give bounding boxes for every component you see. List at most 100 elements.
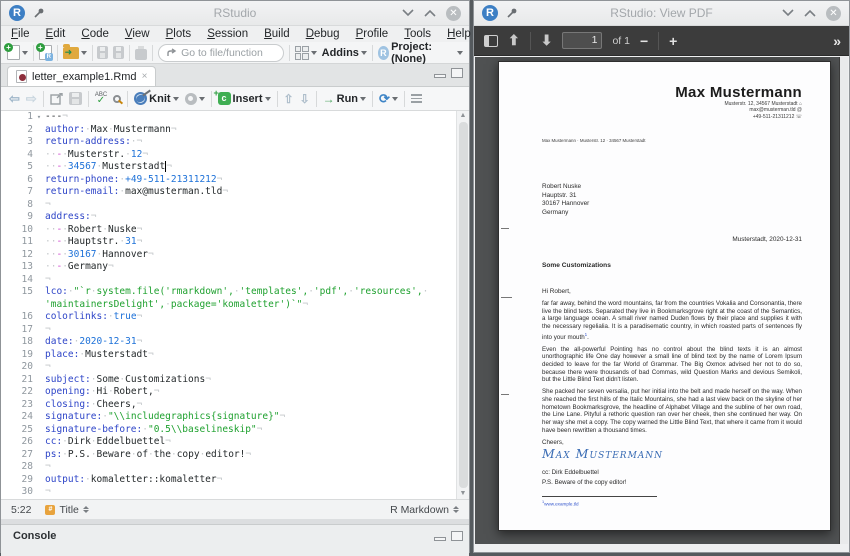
scroll-up-icon[interactable]: ▲	[460, 111, 467, 121]
code-line[interactable]: 23closing:·Cheers,¬	[1, 399, 469, 412]
print-icon[interactable]	[135, 49, 147, 60]
editor-scrollbar[interactable]: ▲ ▼	[456, 111, 469, 499]
file-type-selector[interactable]: R Markdown	[390, 504, 459, 516]
menu-build[interactable]: Build	[264, 28, 290, 40]
code-line[interactable]: 6return-phone:·+49-511-21311212¬	[1, 174, 469, 187]
pane-minimize-icon[interactable]	[434, 537, 446, 541]
maximize-icon[interactable]	[424, 9, 436, 17]
code-line[interactable]: 9address:¬	[1, 211, 469, 224]
menu-session[interactable]: Session	[207, 28, 248, 40]
scope-selector[interactable]: # Title	[45, 504, 88, 516]
close-icon[interactable]: ✕	[446, 6, 461, 21]
menu-debug[interactable]: Debug	[306, 28, 340, 40]
rerun-button[interactable]: ⟳	[379, 91, 398, 107]
page-number-input[interactable]: 1	[562, 32, 602, 49]
code-line[interactable]: 30¬	[1, 486, 469, 499]
goto-file-input[interactable]: Go to file/function	[158, 44, 284, 62]
code-line[interactable]: 8¬	[1, 199, 469, 212]
code-line[interactable]: 7return-email:·max@musterman.tld¬	[1, 186, 469, 199]
new-project-button[interactable]: +R	[39, 45, 52, 60]
minimize-icon[interactable]	[402, 9, 414, 17]
knit-button[interactable]: Knit	[134, 92, 178, 105]
forward-icon[interactable]: ⇨	[26, 91, 37, 107]
next-page-icon[interactable]: ⬇	[541, 32, 553, 49]
zoom-out-button[interactable]: −	[640, 33, 648, 49]
run-button[interactable]: → Run	[323, 92, 366, 106]
run-next-icon[interactable]: ⇩	[300, 92, 310, 106]
previous-page-icon[interactable]: ⬆	[508, 32, 520, 49]
save-all-icon[interactable]	[113, 46, 124, 59]
addins-button[interactable]: Addins	[322, 47, 367, 59]
code-line[interactable]: 11··-·Hauptstr.·31¬	[1, 236, 469, 249]
menu-edit[interactable]: Edit	[46, 28, 66, 40]
code-line[interactable]: 14¬	[1, 274, 469, 287]
code-editor[interactable]: 1▾---¬2author:·Max·Mustermann¬3return-ad…	[1, 111, 469, 499]
pdf-viewport[interactable]: Max Mustermann Musterstr. 12, 34567 Must…	[475, 57, 848, 544]
code-line[interactable]: 2author:·Max·Mustermann¬	[1, 124, 469, 137]
menu-view[interactable]: View	[125, 28, 150, 40]
more-tools-icon[interactable]: »	[833, 33, 839, 49]
tab-letter-example1[interactable]: letter_example1.Rmd ×	[7, 66, 156, 86]
menu-profile[interactable]: Profile	[356, 28, 389, 40]
back-icon[interactable]: ⇦	[9, 91, 20, 107]
code-line[interactable]: 28¬	[1, 461, 469, 474]
close-icon[interactable]: ✕	[826, 6, 841, 21]
code-line[interactable]: 25signature-before:·"0.5\\baselineskip"¬	[1, 424, 469, 437]
new-file-button[interactable]: +	[7, 45, 28, 60]
code-line[interactable]: 13··-·Germany¬	[1, 261, 469, 274]
footnote-link[interactable]: 1www.example.tld	[542, 499, 802, 508]
open-file-button[interactable]	[63, 47, 87, 59]
code-line[interactable]: 27ps:·P.S.·Beware·of·the·copy·editor!¬	[1, 449, 469, 462]
code-line[interactable]: 18date:·2020-12-31¬	[1, 336, 469, 349]
pane-maximize-icon[interactable]	[451, 531, 463, 541]
code-line[interactable]: 22opening:·Hi·Robert,¬	[1, 386, 469, 399]
pane-minimize-icon[interactable]	[434, 74, 446, 78]
minimize-icon[interactable]	[782, 9, 794, 17]
right-titlebar[interactable]: R RStudio: View PDF ✕	[474, 1, 849, 26]
code-line[interactable]: 21subject:·Some·Customizations¬	[1, 374, 469, 387]
code-line[interactable]: 5··-·34567·Musterstadt¬	[1, 161, 469, 174]
code-line[interactable]: 17¬	[1, 324, 469, 337]
code-line[interactable]: 26cc:·Dirk·Eddelbuettel¬	[1, 436, 469, 449]
code-line[interactable]: 15lco:·"`r·system.file('rmarkdown',·'tem…	[1, 286, 469, 299]
code-line[interactable]: 3return-address:·¬	[1, 136, 469, 149]
zoom-in-button[interactable]: +	[669, 33, 677, 49]
menu-plots[interactable]: Plots	[166, 28, 192, 40]
pin-icon[interactable]	[33, 7, 45, 19]
pin-icon[interactable]	[506, 7, 518, 19]
code-line[interactable]: 19place:·Musterstadt¬	[1, 349, 469, 362]
search-icon[interactable]	[113, 95, 121, 103]
sidebar-toggle-icon[interactable]	[484, 35, 498, 47]
menu-tools[interactable]: Tools	[404, 28, 431, 40]
menu-help[interactable]: Help	[447, 28, 471, 40]
menu-code[interactable]: Code	[81, 28, 109, 40]
project-menu-button[interactable]: R Project: (None)	[378, 41, 463, 65]
code-line[interactable]: 16colorlinks:·true¬	[1, 311, 469, 324]
code-line[interactable]: 24signature:·"\\includegraphics{signatur…	[1, 411, 469, 424]
spellcheck-icon[interactable]: ABC✓	[95, 93, 107, 105]
pdf-scrollbar[interactable]	[839, 57, 848, 544]
code-line[interactable]: 20¬	[1, 361, 469, 374]
outline-toggle-icon[interactable]	[411, 92, 422, 105]
code-line[interactable]: 1▾---¬	[1, 111, 469, 124]
save-icon[interactable]	[69, 92, 82, 105]
code-line[interactable]: 'maintainersDelight',·package='komalette…	[1, 299, 469, 312]
left-titlebar[interactable]: R RStudio ✕	[1, 1, 469, 26]
code-line[interactable]: 29output:·komaletter::komaletter¬	[1, 474, 469, 487]
scrollbar-thumb[interactable]	[459, 122, 468, 488]
code-line[interactable]: 12··-·30167·Hannover¬	[1, 249, 469, 262]
insert-chunk-button[interactable]: c Insert	[218, 92, 271, 105]
save-icon[interactable]	[97, 46, 108, 59]
settings-button[interactable]	[185, 93, 205, 105]
panes-layout-button[interactable]	[295, 46, 317, 60]
code-line[interactable]: 4··-·Musterstr.·12¬	[1, 149, 469, 162]
fold-arrow-icon[interactable]: ▾	[33, 111, 45, 124]
code-line[interactable]: 10··-·Robert·Nuske¬	[1, 224, 469, 237]
menu-file[interactable]: File	[11, 28, 30, 40]
tab-close-icon[interactable]: ×	[142, 71, 148, 82]
popout-icon[interactable]	[50, 93, 63, 105]
maximize-icon[interactable]	[804, 9, 816, 17]
scroll-down-icon[interactable]: ▼	[460, 489, 467, 499]
run-previous-icon[interactable]: ⇧	[284, 92, 294, 106]
pane-maximize-icon[interactable]	[451, 68, 463, 78]
